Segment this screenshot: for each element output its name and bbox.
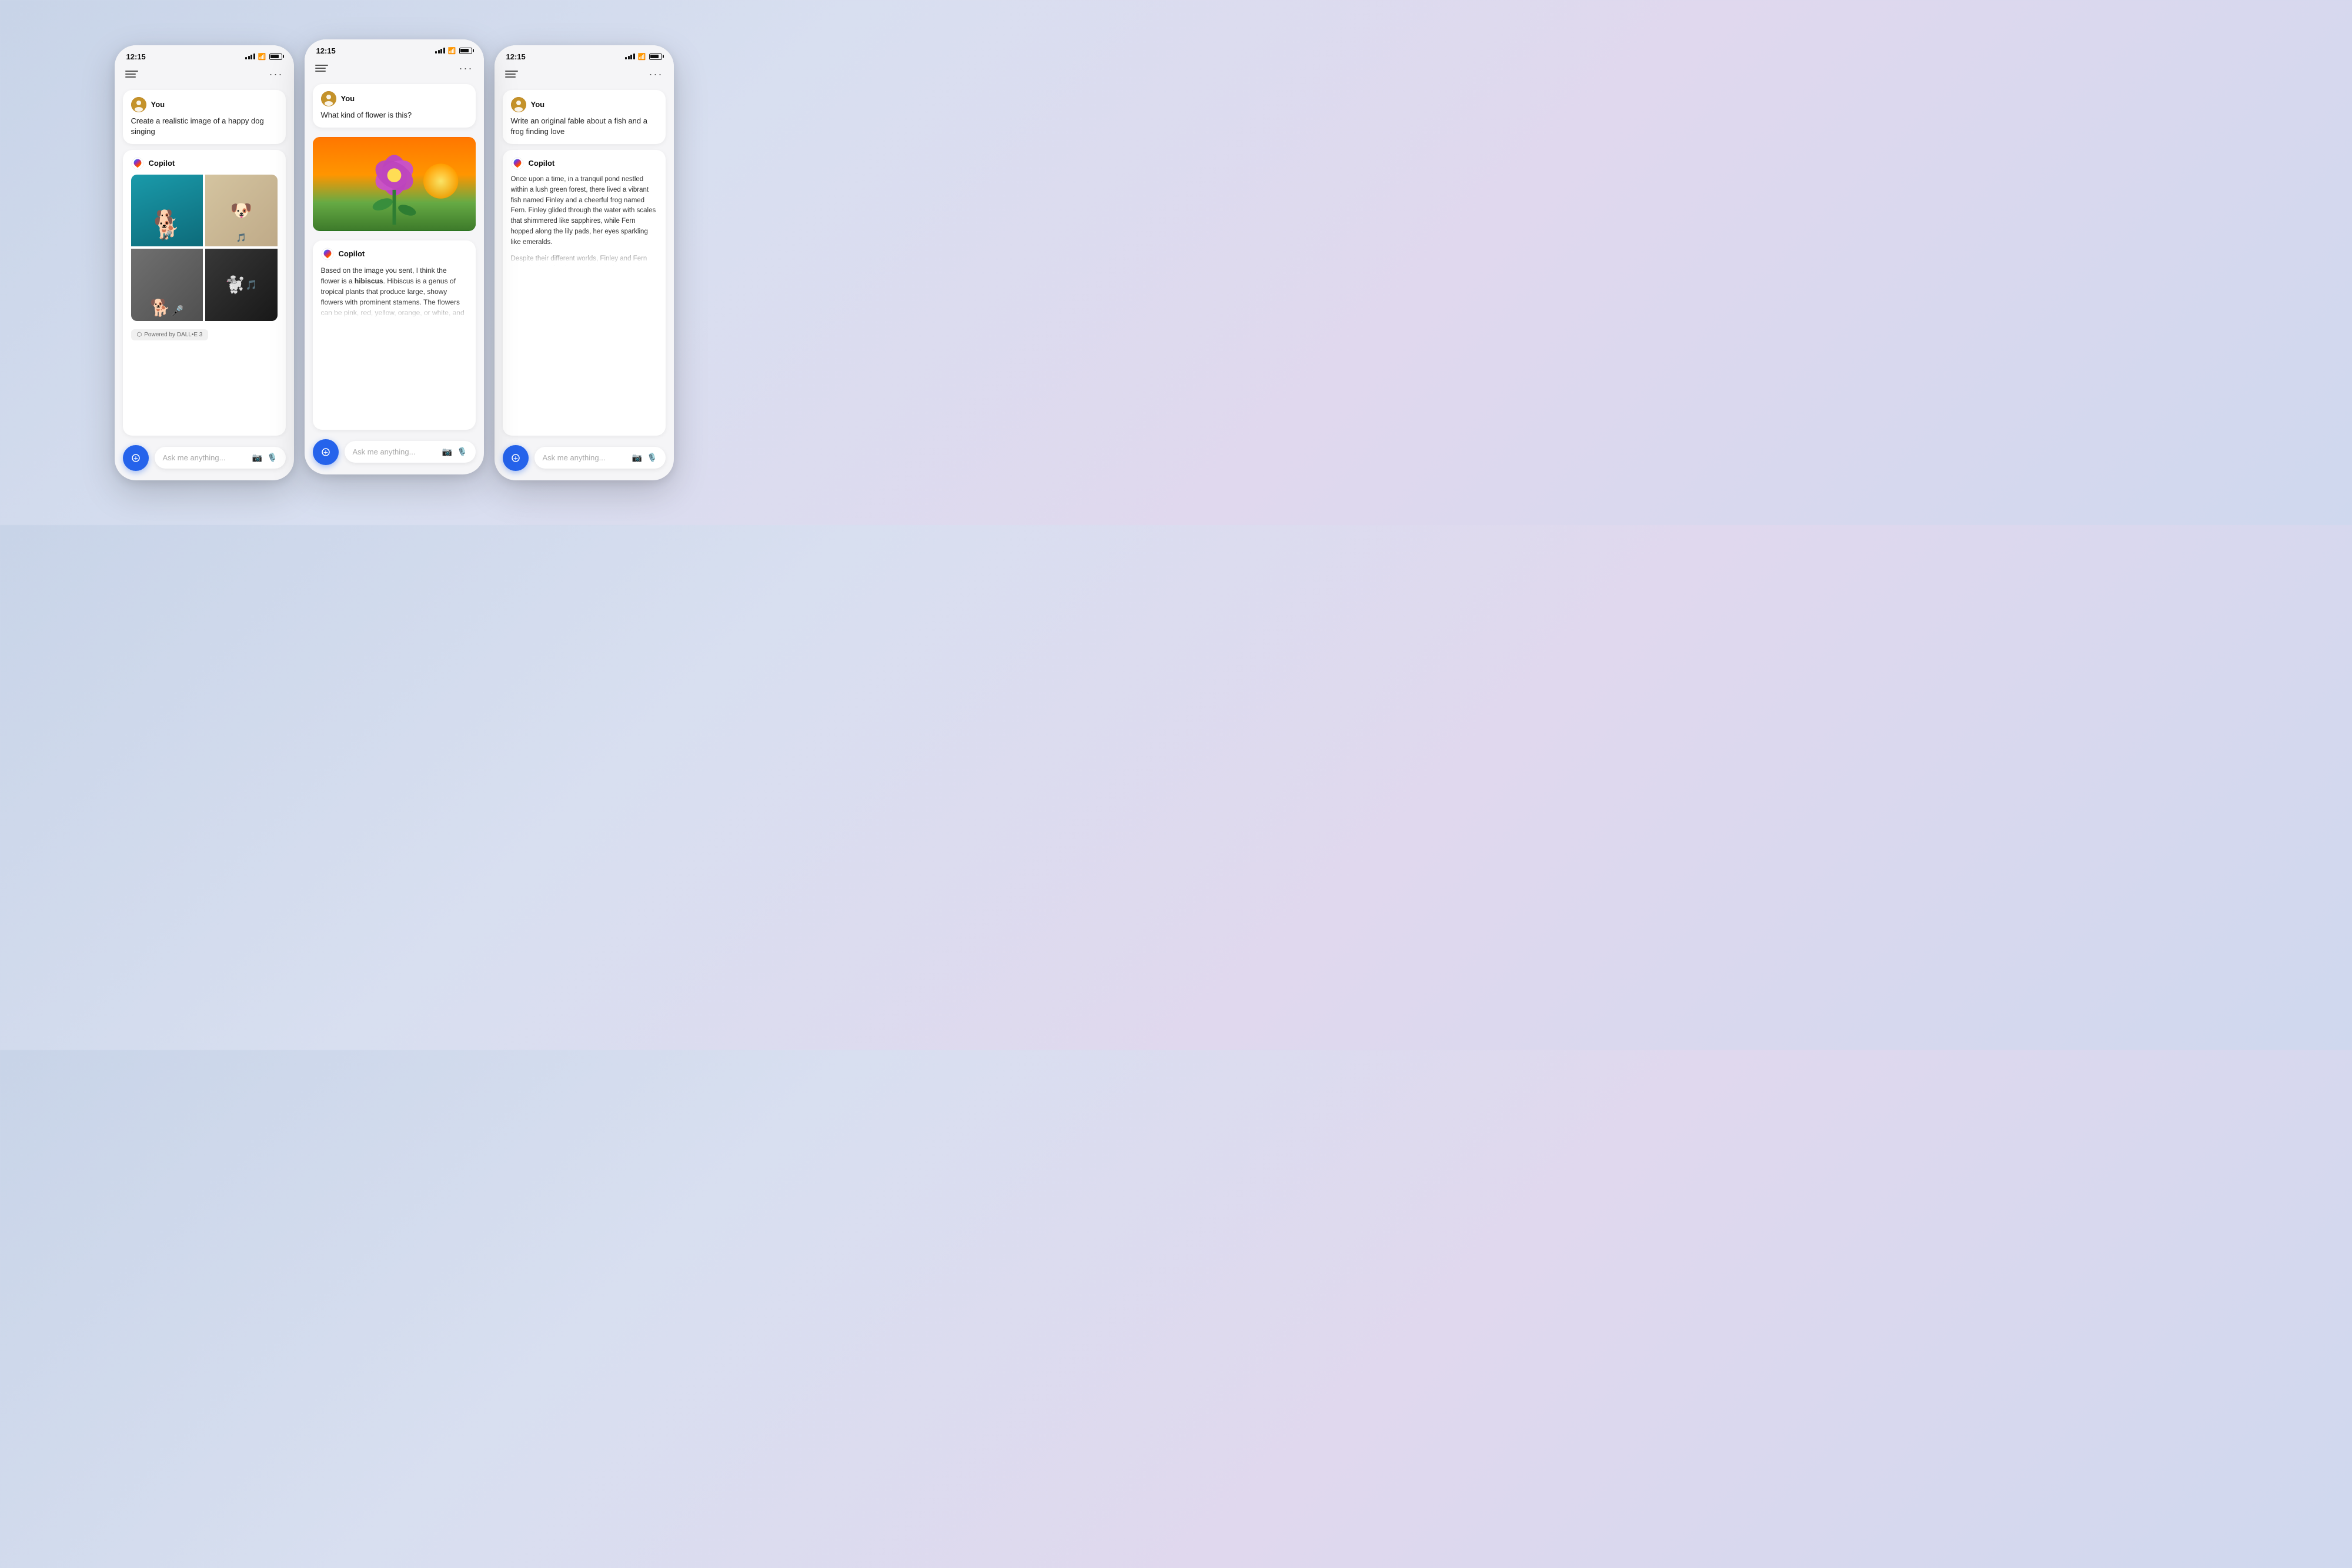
copilot-text-center: Based on the image you sent, I think the…	[321, 265, 467, 318]
user-header-right: You	[511, 97, 657, 112]
status-time-right: 12:15	[506, 52, 526, 61]
status-time-center: 12:15	[316, 46, 336, 55]
status-icons-left: 📶	[245, 53, 282, 61]
input-area-left: + Ask me anything... 📷 🎙️	[115, 440, 294, 480]
copilot-response-center: Based on the image you sent, I think the…	[321, 265, 467, 318]
signal-icon-center	[435, 48, 445, 54]
input-field-left[interactable]: Ask me anything... 📷 🎙️	[155, 447, 286, 469]
status-time-left: 12:15	[126, 52, 146, 61]
dog-image-grid: 🐕 🎤 🐶 🎵 🐕 🎤	[131, 175, 278, 321]
signal-icon-right	[625, 54, 635, 59]
user-text-center: What kind of flower is this?	[321, 110, 467, 121]
mic-icon-center[interactable]: 🎙️	[457, 447, 467, 457]
copilot-bubble-center: Copilot Based on the image you sent, I t…	[313, 240, 476, 430]
powered-badge: ⬡ Powered by DALL•E 3	[131, 329, 209, 340]
status-icons-center: 📶	[435, 47, 472, 55]
avatar-left	[131, 97, 146, 112]
mic-icon-right[interactable]: 🎙️	[647, 453, 657, 463]
copilot-header-center: Copilot	[321, 248, 467, 260]
copilot-story-p1: Once upon a time, in a tranquil pond nes…	[511, 175, 657, 248]
copilot-story-container: Once upon a time, in a tranquil pond nes…	[511, 175, 657, 266]
flower-image	[313, 137, 476, 231]
battery-icon-right	[649, 54, 662, 60]
more-options-left[interactable]: ···	[269, 68, 283, 81]
input-icons-left: 📷 🎙️	[252, 453, 278, 463]
copilot-fab-right[interactable]: +	[503, 445, 529, 471]
chat-area-right: You Write an original fable about a fish…	[495, 85, 674, 440]
hamburger-icon-right[interactable]	[505, 71, 518, 78]
wifi-icon-center: 📶	[448, 47, 456, 55]
wifi-icon-left: 📶	[258, 53, 266, 61]
battery-icon-center	[459, 48, 472, 54]
avatar-center	[321, 91, 336, 106]
camera-icon-center[interactable]: 📷	[442, 447, 452, 457]
user-bubble-left: You Create a realistic image of a happy …	[123, 90, 286, 144]
dog-img-1: 🐕 🎤	[131, 175, 203, 247]
input-placeholder-left: Ask me anything...	[163, 453, 226, 462]
copilot-bubble-left: Copilot 🐕 🎤 🐶 🎵	[123, 150, 286, 436]
avatar-right	[511, 97, 526, 112]
signal-icon-left	[245, 54, 255, 59]
input-field-center[interactable]: Ask me anything... 📷 🎙️	[345, 441, 476, 463]
copilot-name-left: Copilot	[149, 159, 175, 168]
user-header-center: You	[321, 91, 467, 106]
status-bar-left: 12:15 📶	[115, 45, 294, 65]
input-field-right[interactable]: Ask me anything... 📷 🎙️	[534, 447, 666, 469]
phone-left: 12:15 📶 ···	[115, 45, 294, 480]
copilot-fab-left[interactable]: +	[123, 445, 149, 471]
user-bubble-center: You What kind of flower is this?	[313, 84, 476, 128]
input-area-center: + Ask me anything... 📷 🎙️	[305, 434, 484, 474]
phones-container: 12:15 📶 ···	[103, 34, 686, 492]
copilot-header-right: Copilot	[511, 157, 657, 170]
copilot-name-center: Copilot	[339, 249, 365, 258]
hamburger-icon-left[interactable]	[125, 71, 138, 78]
chat-area-center: You What kind of flower is this?	[305, 79, 484, 434]
mic-icon-left[interactable]: 🎙️	[267, 453, 277, 463]
nav-bar-center: ···	[305, 59, 484, 79]
input-area-right: + Ask me anything... 📷 🎙️	[495, 440, 674, 480]
user-bubble-right: You Write an original fable about a fish…	[503, 90, 666, 144]
copilot-story-p2: Despite their different worlds, Finley a…	[511, 254, 657, 266]
battery-icon-left	[269, 54, 282, 60]
chat-area-left: You Create a realistic image of a happy …	[115, 85, 294, 440]
phone-center: 12:15 📶 ···	[305, 39, 484, 474]
nav-bar-left: ···	[115, 65, 294, 85]
dog-img-2: 🐶 🎵	[205, 175, 278, 247]
input-icons-right: 📷 🎙️	[632, 453, 657, 463]
copilot-bubble-right: Copilot Once upon a time, in a tranquil …	[503, 150, 666, 436]
copilot-name-right: Copilot	[529, 159, 555, 168]
camera-icon-left[interactable]: 📷	[252, 453, 262, 463]
hamburger-icon-center[interactable]	[315, 65, 328, 72]
phone-right: 12:15 📶 ···	[495, 45, 674, 480]
more-options-right[interactable]: ···	[649, 68, 663, 81]
camera-icon-right[interactable]: 📷	[632, 453, 642, 463]
copilot-logo-left	[131, 157, 144, 170]
user-text-left: Create a realistic image of a happy dog …	[131, 116, 278, 137]
copilot-header-left: Copilot	[131, 157, 278, 170]
user-name-left: You	[151, 100, 165, 109]
status-bar-right: 12:15 📶	[495, 45, 674, 65]
more-options-center[interactable]: ···	[459, 62, 473, 75]
dog-img-3: 🐕 🎤	[131, 249, 203, 321]
flower-image-container	[313, 137, 476, 231]
user-name-center: You	[341, 94, 355, 103]
copilot-fab-center[interactable]: +	[313, 439, 339, 465]
status-icons-right: 📶	[625, 53, 662, 61]
copilot-logo-right	[511, 157, 524, 170]
wifi-icon-right: 📶	[638, 53, 646, 61]
input-icons-center: 📷 🎙️	[442, 447, 467, 457]
nav-bar-right: ···	[495, 65, 674, 85]
status-bar-center: 12:15 📶	[305, 39, 484, 59]
user-header-left: You	[131, 97, 278, 112]
user-name-right: You	[531, 100, 545, 109]
input-placeholder-right: Ask me anything...	[543, 453, 606, 462]
user-text-right: Write an original fable about a fish and…	[511, 116, 657, 137]
dog-img-4: 🐩 🎵	[205, 249, 278, 321]
input-placeholder-center: Ask me anything...	[353, 447, 416, 456]
copilot-logo-center	[321, 248, 334, 260]
